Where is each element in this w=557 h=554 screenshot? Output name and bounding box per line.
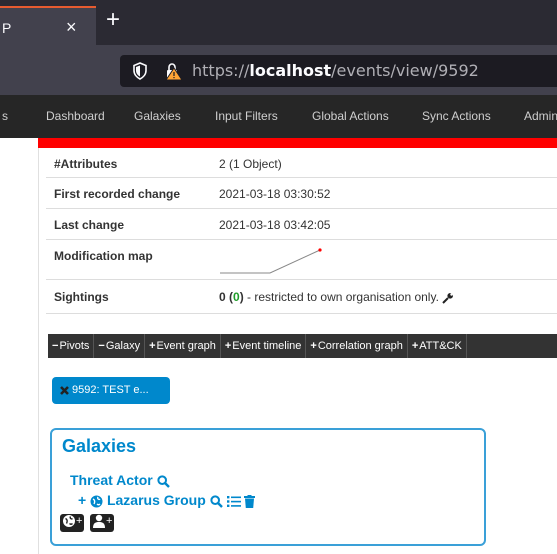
browser-toolbar: https://localhost/events/view/9592 xyxy=(0,45,557,95)
tab-close-icon[interactable]: × xyxy=(66,17,77,38)
nav-item-dashboard[interactable]: Dashboard xyxy=(46,109,105,123)
nav-item-admin[interactable]: Admin xyxy=(524,109,557,123)
table-row: Modification map xyxy=(46,240,557,280)
toggle-pivots-button[interactable]: −Pivots xyxy=(48,334,95,358)
toggle-sign: + xyxy=(411,340,419,352)
row-label: Last change xyxy=(54,218,125,232)
galaxies-title: Galaxies xyxy=(62,436,137,456)
add-galaxy-button[interactable]: + xyxy=(60,514,85,532)
toggle-galaxy-button[interactable]: −Galaxy xyxy=(94,334,146,358)
address-bar[interactable]: https://localhost/events/view/9592 xyxy=(120,55,557,87)
toggle-sign: + xyxy=(310,340,317,352)
table-row: First recorded change 2021-03-18 03:30:5… xyxy=(46,178,557,209)
new-tab-button[interactable]: + xyxy=(106,6,120,34)
table-row: #Attributes 2 (1 Object) xyxy=(46,148,557,178)
row-value: 0 (0) - restricted to own organisation o… xyxy=(219,290,454,304)
modification-map-sparkline xyxy=(220,248,322,274)
galaxy-category-label: Threat Actor xyxy=(70,472,153,488)
close-icon[interactable] xyxy=(58,383,72,397)
url-prefix: https:// xyxy=(192,61,250,80)
toggle-event-timeline-button[interactable]: +Event timeline xyxy=(221,334,307,358)
row-label: Sightings xyxy=(54,290,109,304)
galaxies-panel: Galaxies Threat Actor + Lazarus Group + … xyxy=(50,428,486,546)
row-label: First recorded change xyxy=(54,187,181,201)
row-label: Modification map xyxy=(54,249,153,263)
button-label: Event graph xyxy=(156,340,216,352)
toggle-attack-button[interactable]: +ATT&CK xyxy=(408,334,467,358)
event-details-table: #Attributes 2 (1 Object) First recorded … xyxy=(46,148,557,314)
expand-sign[interactable]: + xyxy=(78,492,86,508)
browser-tab-bar: P × + xyxy=(0,0,557,45)
url-text[interactable]: https://localhost/events/view/9592 xyxy=(192,61,479,80)
row-label: #Attributes xyxy=(54,157,118,171)
content-divider xyxy=(38,148,39,554)
add-sign: + xyxy=(106,514,113,527)
button-label: Correlation graph xyxy=(317,340,403,352)
nav-item-input-filters[interactable]: Input Filters xyxy=(215,109,278,123)
pivot-chip-label: 9592: TEST e... xyxy=(72,384,149,396)
toggle-correlation-graph-button[interactable]: +Correlation graph xyxy=(306,334,408,358)
button-label: ATT&CK xyxy=(419,340,462,352)
threat-level-bar xyxy=(38,138,557,148)
sightings-total: 0 ( xyxy=(219,290,234,304)
toggle-sign: − xyxy=(52,340,59,352)
browser-tab-title: P xyxy=(2,20,12,36)
row-value: 2021-03-18 03:30:52 xyxy=(219,187,331,201)
globe-icon xyxy=(63,515,75,527)
button-label: Pivots xyxy=(59,340,90,352)
search-icon[interactable] xyxy=(157,475,170,488)
list-icon[interactable] xyxy=(226,495,241,508)
nav-item-sync-actions[interactable]: Sync Actions xyxy=(422,109,491,123)
toggle-sign: + xyxy=(149,340,156,352)
nav-item-partial[interactable]: s xyxy=(2,109,8,123)
nav-item-global-actions[interactable]: Global Actions xyxy=(312,109,389,123)
button-label: Event timeline xyxy=(232,340,302,352)
galaxy-cluster-item[interactable]: + Lazarus Group xyxy=(78,492,256,508)
sightings-note: - restricted to own organisation only. xyxy=(243,290,439,304)
event-view-toolbar: −Pivots −Galaxy +Event graph +Event time… xyxy=(48,334,557,358)
wrench-icon[interactable] xyxy=(442,292,454,304)
user-icon xyxy=(93,514,105,528)
add-user-galaxy-button[interactable]: + xyxy=(90,514,115,532)
table-row: Last change 2021-03-18 03:42:05 xyxy=(46,209,557,240)
url-host: localhost xyxy=(249,61,332,80)
galaxy-cluster-name[interactable]: Lazarus Group xyxy=(107,492,206,508)
search-icon[interactable] xyxy=(210,495,223,508)
galaxy-category[interactable]: Threat Actor xyxy=(70,472,170,488)
row-value: 2 (1 Object) xyxy=(219,157,282,171)
table-row: Sightings 0 (0) - restricted to own orga… xyxy=(46,280,557,314)
toggle-event-graph-button[interactable]: +Event graph xyxy=(145,334,221,358)
lock-warning-icon[interactable] xyxy=(164,61,184,81)
button-label: Galaxy xyxy=(105,340,141,352)
trash-icon[interactable] xyxy=(244,494,256,508)
main-nav: s Dashboard Galaxies Input Filters Globa… xyxy=(0,95,557,138)
shield-icon[interactable] xyxy=(130,61,150,81)
add-sign: + xyxy=(76,514,83,527)
toggle-sign: − xyxy=(98,340,105,352)
row-value: 2021-03-18 03:42:05 xyxy=(219,218,331,232)
url-path: /events/view/9592 xyxy=(331,61,479,80)
pivot-chip[interactable]: 9592: TEST e... xyxy=(52,377,170,404)
globe-icon xyxy=(90,495,103,508)
sightings-count: 0 xyxy=(233,290,240,304)
toggle-sign: + xyxy=(224,340,232,352)
nav-item-galaxies[interactable]: Galaxies xyxy=(134,109,181,123)
browser-tab[interactable]: P × xyxy=(0,6,96,45)
